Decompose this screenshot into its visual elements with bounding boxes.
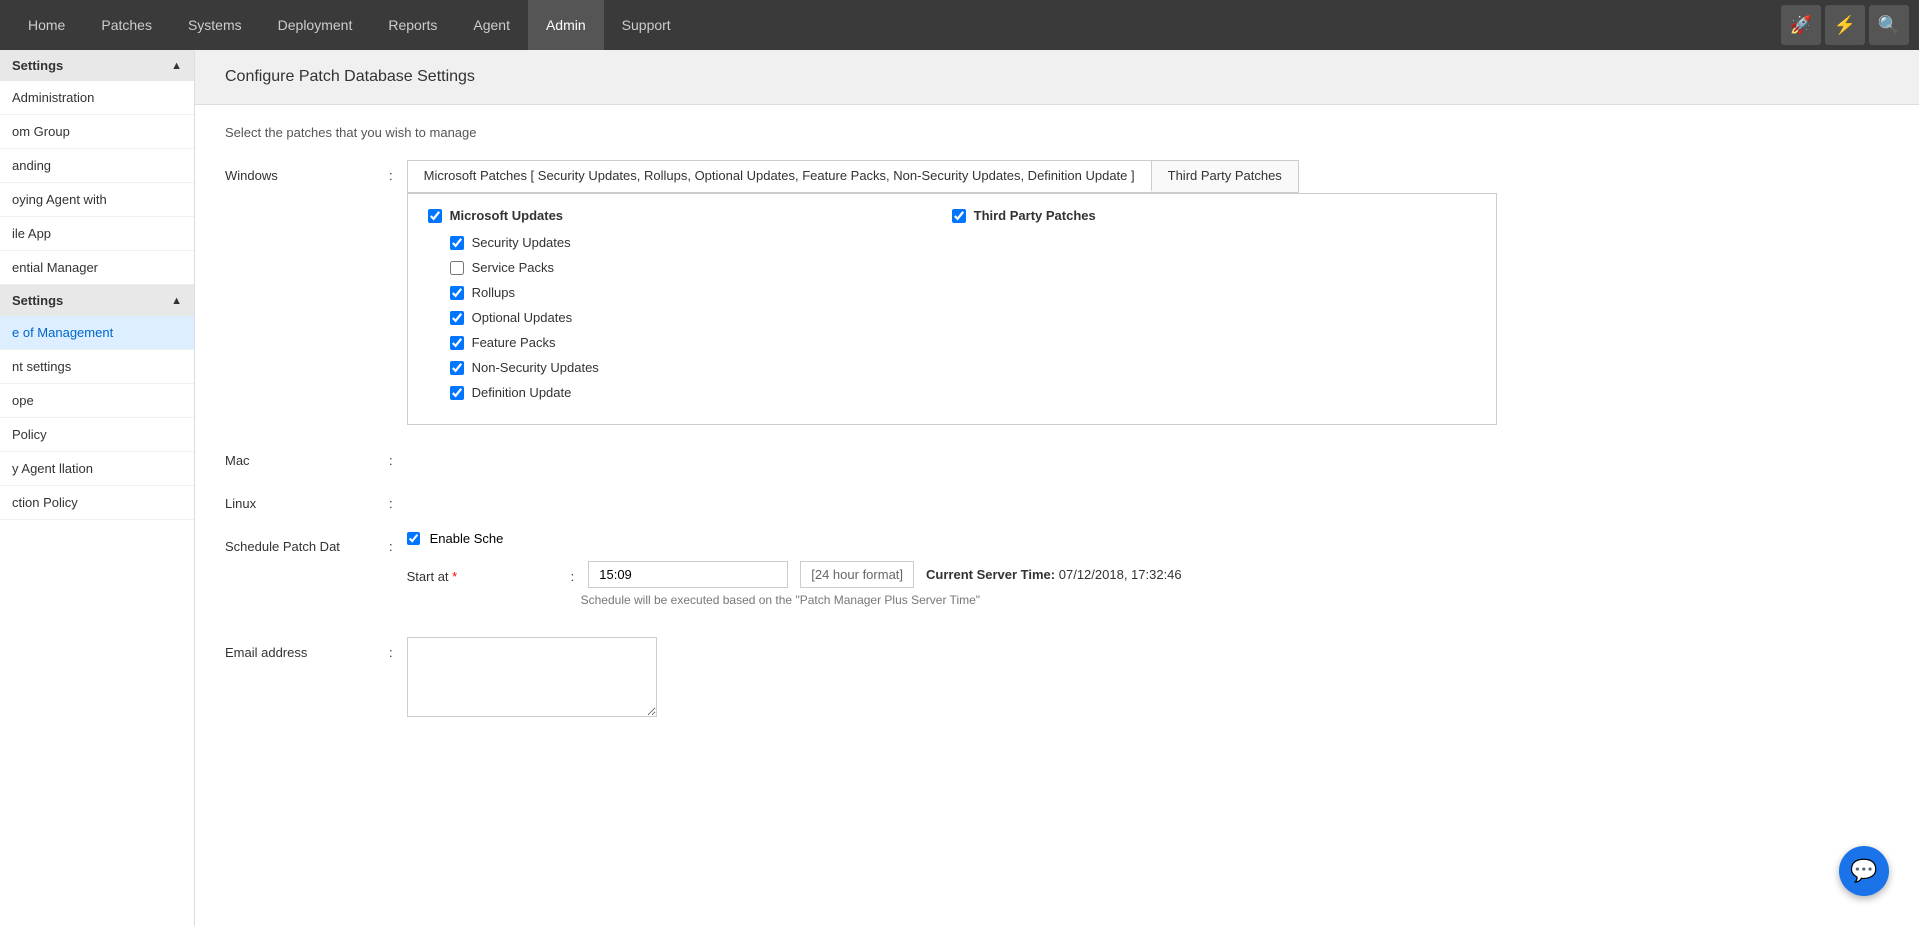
definition-update-checkbox[interactable]: [450, 386, 464, 400]
main-content: Configure Patch Database Settings Select…: [195, 50, 1919, 926]
start-at-row: Start at * : [24 hour format] Current Se…: [407, 561, 1182, 588]
linux-form-row: Linux :: [225, 488, 1889, 511]
windows-colon: :: [385, 160, 407, 183]
nav-right: 🚀 ⚡ 🔍: [1781, 5, 1909, 45]
page-title: Configure Patch Database Settings: [225, 68, 1889, 86]
sidebar: Settings ▲ Administration om Group andin…: [0, 50, 195, 926]
sidebar-item-agent-installation[interactable]: y Agent llation: [0, 452, 194, 486]
checkbox-col-right: Third Party Patches: [952, 208, 1476, 410]
time-input[interactable]: [588, 561, 788, 588]
microsoft-updates-checkbox[interactable]: [428, 209, 442, 223]
third-party-patches-tab[interactable]: Third Party Patches: [1152, 161, 1298, 192]
enable-schedule-checkbox[interactable]: [407, 532, 420, 545]
sidebar-item-policy[interactable]: Policy: [0, 418, 194, 452]
sidebar-item-credential-manager[interactable]: ential Manager: [0, 251, 194, 285]
sidebar-item-mobile-app[interactable]: ile App: [0, 217, 194, 251]
collapse-arrow-2: ▲: [171, 295, 182, 307]
sidebar-item-com-group[interactable]: om Group: [0, 115, 194, 149]
service-packs-item: Service Packs: [450, 260, 952, 275]
non-security-checkbox[interactable]: [450, 361, 464, 375]
email-form-row: Email address :: [225, 637, 1889, 720]
windows-label: Windows: [225, 160, 385, 183]
sidebar-section-settings-1[interactable]: Settings ▲: [0, 50, 194, 81]
schedule-header: Enable Sche: [407, 531, 1182, 546]
sidebar-item-collection-policy[interactable]: ction Policy: [0, 486, 194, 520]
schedule-control-area: Enable Sche Start at * : [24 hour fo: [407, 531, 1182, 607]
page-header: Configure Patch Database Settings: [195, 50, 1919, 105]
feature-packs-checkbox[interactable]: [450, 336, 464, 350]
search-icon-button[interactable]: 🔍: [1869, 5, 1909, 45]
nav-systems[interactable]: Systems: [170, 0, 260, 50]
top-nav: Home Patches Systems Deployment Reports …: [0, 0, 1919, 50]
nav-support[interactable]: Support: [604, 0, 689, 50]
checkbox-col-left: Microsoft Updates Security Updates Servi…: [428, 208, 952, 410]
security-updates-checkbox[interactable]: [450, 236, 464, 250]
lightning-icon-button[interactable]: ⚡: [1825, 5, 1865, 45]
mac-label: Mac: [225, 445, 385, 468]
nav-reports[interactable]: Reports: [370, 0, 455, 50]
sidebar-section-settings-2[interactable]: Settings ▲: [0, 285, 194, 316]
start-at-colon: :: [567, 561, 589, 584]
email-control-area: [407, 637, 1889, 720]
sidebar-item-deploying-agent[interactable]: oying Agent with: [0, 183, 194, 217]
sidebar-item-administration[interactable]: Administration: [0, 81, 194, 115]
schedule-note: Schedule will be executed based on the "…: [581, 593, 1182, 607]
email-colon: :: [385, 637, 407, 660]
rollups-checkbox[interactable]: [450, 286, 464, 300]
sidebar-item-scope[interactable]: ope: [0, 384, 194, 418]
section-subtitle: Select the patches that you wish to mana…: [225, 125, 1889, 140]
definition-update-item: Definition Update: [450, 385, 952, 400]
windows-dropdown-panel: Microsoft Updates Security Updates Servi…: [407, 193, 1497, 425]
layout: Settings ▲ Administration om Group andin…: [0, 50, 1919, 926]
microsoft-updates-item: Microsoft Updates: [428, 208, 952, 223]
chat-button[interactable]: 💬: [1839, 846, 1889, 896]
sidebar-item-agent-settings[interactable]: nt settings: [0, 350, 194, 384]
rocket-icon-button[interactable]: 🚀: [1781, 5, 1821, 45]
start-at-label: Start at *: [407, 561, 567, 584]
time-hint: [24 hour format]: [800, 561, 914, 588]
microsoft-patches-tab[interactable]: Microsoft Patches [ Security Updates, Ro…: [408, 161, 1152, 192]
schedule-label: Schedule Patch Dat: [225, 531, 385, 554]
windows-control-area: Microsoft Patches [ Security Updates, Ro…: [407, 160, 1889, 425]
feature-packs-item: Feature Packs: [450, 335, 952, 350]
linux-colon: :: [385, 488, 407, 511]
service-packs-checkbox[interactable]: [450, 261, 464, 275]
nav-home[interactable]: Home: [10, 0, 83, 50]
schedule-colon: :: [385, 531, 407, 554]
nav-deployment[interactable]: Deployment: [260, 0, 371, 50]
linux-label: Linux: [225, 488, 385, 511]
server-time: Current Server Time: 07/12/2018, 17:32:4…: [926, 567, 1182, 582]
checkbox-grid: Microsoft Updates Security Updates Servi…: [428, 208, 1476, 410]
third-party-patches-checkbox[interactable]: [952, 209, 966, 223]
optional-updates-checkbox[interactable]: [450, 311, 464, 325]
mac-form-row: Mac :: [225, 445, 1889, 468]
nav-patches[interactable]: Patches: [83, 0, 170, 50]
windows-tab-row: Microsoft Patches [ Security Updates, Ro…: [407, 160, 1299, 193]
nav-agent[interactable]: Agent: [455, 0, 528, 50]
start-at-inputs: [24 hour format] Current Server Time: 07…: [588, 561, 1181, 588]
mac-colon: :: [385, 445, 407, 468]
collapse-arrow-1: ▲: [171, 60, 182, 72]
windows-form-row: Windows : Microsoft Patches [ Security U…: [225, 160, 1889, 425]
nav-admin[interactable]: Admin: [528, 0, 604, 50]
schedule-form-row: Schedule Patch Dat : Enable Sche Start a…: [225, 531, 1889, 617]
sidebar-item-scope-mgmt[interactable]: e of Management: [0, 316, 194, 350]
content-area: Select the patches that you wish to mana…: [195, 105, 1919, 926]
non-security-item: Non-Security Updates: [450, 360, 952, 375]
chat-icon: 💬: [1850, 858, 1877, 884]
rollups-item: Rollups: [450, 285, 952, 300]
email-textarea[interactable]: [407, 637, 657, 717]
optional-updates-item: Optional Updates: [450, 310, 952, 325]
required-mark: *: [452, 569, 457, 584]
security-updates-item: Security Updates: [450, 235, 952, 250]
sidebar-item-branding[interactable]: anding: [0, 149, 194, 183]
email-label: Email address: [225, 637, 385, 660]
third-party-patches-item: Third Party Patches: [952, 208, 1476, 223]
